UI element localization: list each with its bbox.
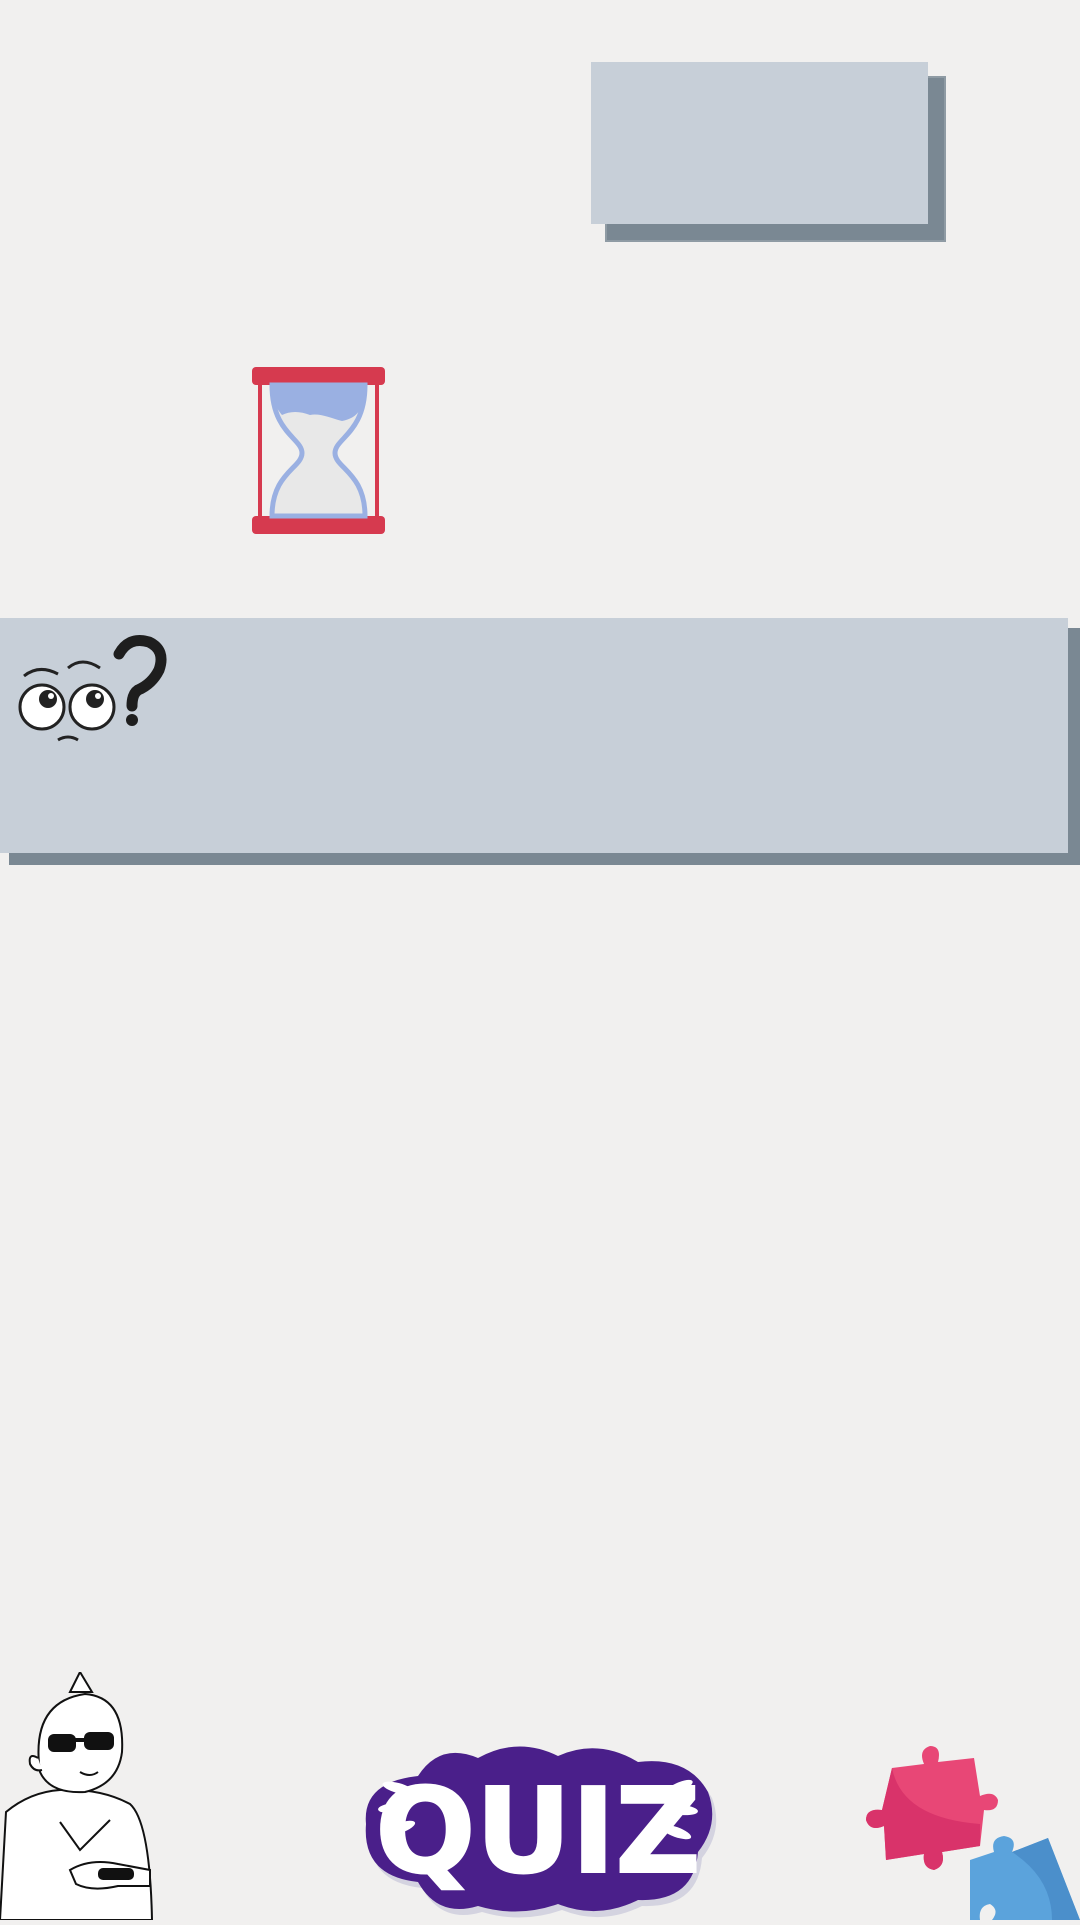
quiz-logo-graphic: QUIZ <box>365 1746 717 1918</box>
puzzle-pieces-icon <box>866 1746 1080 1920</box>
quiz-logo-text: QUIZ <box>375 1762 701 1900</box>
quiz-logo: QUIZ <box>358 1732 722 1920</box>
thinking-face-icon <box>18 635 167 742</box>
question-text <box>180 640 1040 830</box>
cartoon-gamer-illustration <box>0 1672 154 1920</box>
timer-box <box>591 62 928 224</box>
hourglass-icon <box>252 367 385 534</box>
